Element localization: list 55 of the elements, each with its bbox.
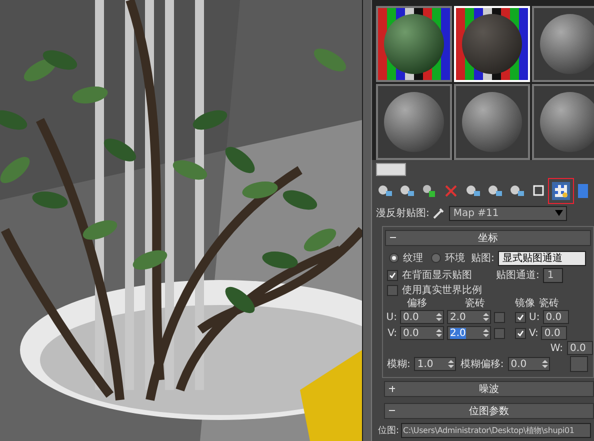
eyedropper-icon[interactable] — [433, 207, 446, 219]
column-header: 镜像 — [515, 296, 536, 310]
axis-label: V: — [529, 328, 538, 338]
blur-offset-spinner[interactable]: 0.0 — [508, 357, 550, 371]
textured-sphere-icon — [378, 8, 450, 80]
map-label: 漫反射贴图: — [376, 206, 430, 220]
rollout-header[interactable]: 噪波 — [384, 381, 594, 397]
axis-label: U: — [385, 312, 397, 322]
axis-label: W: — [550, 342, 563, 354]
radio-option[interactable]: 环境 — [429, 250, 467, 266]
offset-spinner[interactable]: 0.0 — [400, 326, 444, 340]
radio-option[interactable]: 纹理 — [387, 250, 425, 266]
unique-icon[interactable] — [487, 183, 503, 199]
caret-icon — [555, 210, 564, 216]
angle-field[interactable]: 0.0 — [567, 341, 593, 355]
rollout-header[interactable]: 位图参数 — [384, 403, 594, 419]
mirror-checkbox[interactable] — [494, 312, 505, 322]
scroll-handle[interactable] — [376, 162, 406, 176]
blur-spinner[interactable]: 1.0 — [414, 357, 456, 371]
angle-field[interactable]: 0.0 — [541, 326, 568, 340]
checker-map-icon[interactable] — [553, 183, 569, 199]
column-header: 偏移 — [407, 297, 428, 310]
map-type-label: 贴图: — [471, 252, 494, 265]
blur-label: 模糊: — [387, 358, 410, 371]
column-header: 瓷砖 — [539, 296, 559, 310]
textured-sphere-icon — [456, 8, 528, 80]
copy-icon[interactable] — [465, 183, 481, 199]
tile-checkbox[interactable] — [515, 328, 526, 338]
map-dropdown[interactable]: Map #11 — [449, 206, 568, 220]
axis-label: V: — [386, 328, 397, 338]
axis-label: U: — [529, 312, 540, 322]
tiling-spinner[interactable]: 2.0 — [447, 326, 491, 340]
mirror-checkbox[interactable] — [494, 328, 505, 338]
blur-offset-label: 模糊偏移: — [460, 358, 504, 371]
assign-icon[interactable] — [399, 183, 415, 199]
rollout-header[interactable]: 坐标 — [385, 230, 591, 246]
offset-spinner[interactable]: 0.0 — [400, 310, 444, 324]
angle-field[interactable]: 0.0 — [542, 310, 569, 324]
column-header: 瓷砖 — [465, 296, 486, 310]
material-put-icon[interactable] — [421, 183, 437, 199]
checkbox[interactable] — [387, 270, 398, 280]
checkbox-label: 使用真实世界比例 — [402, 284, 482, 297]
bitmap-path-button[interactable]: C:\Users\Administrator\Desktop\植物\shupi01 — [401, 422, 592, 438]
sphere-picker-icon[interactable] — [377, 183, 393, 199]
checkbox-label: 在背面显示贴图 — [402, 268, 472, 282]
tile-checkbox[interactable] — [515, 312, 526, 322]
map-type-dropdown[interactable]: 显式贴图通道 — [498, 250, 586, 266]
tiling-spinner[interactable]: 2.0 — [447, 310, 491, 324]
channel-label: 贴图通道: — [496, 268, 540, 282]
result-icon[interactable] — [575, 183, 591, 199]
checkbox[interactable] — [387, 284, 398, 296]
channel-field[interactable]: 1 — [543, 268, 564, 282]
effects-icon[interactable] — [509, 183, 525, 199]
bitmap-label: 位图: — [378, 424, 400, 436]
channel-icon[interactable] — [531, 183, 547, 199]
